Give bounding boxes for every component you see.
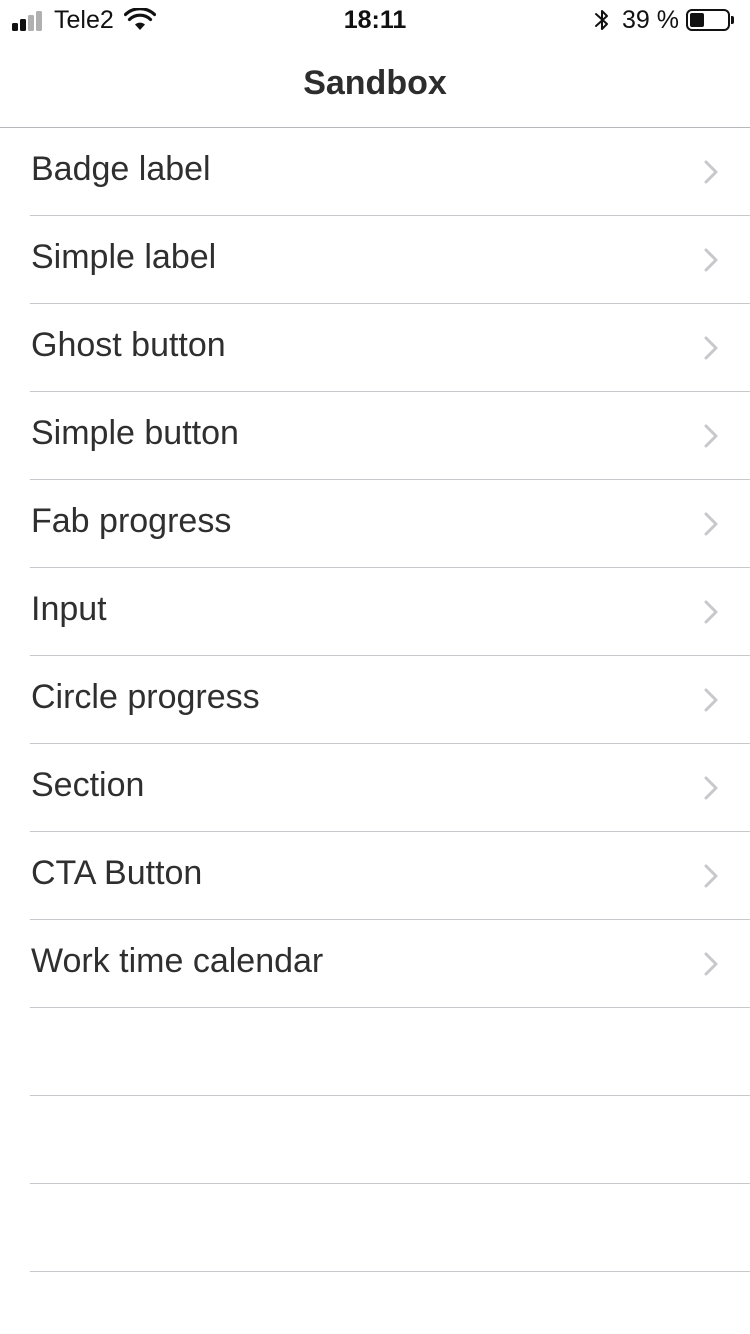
list-item-input[interactable]: Input — [0, 568, 750, 656]
component-list: Badge label Simple label Ghost button Si… — [0, 128, 750, 1272]
chevron-right-icon — [704, 864, 718, 888]
list-item-label: Simple button — [31, 414, 239, 452]
list-item-label: Simple label — [31, 238, 217, 276]
status-bar: Tele2 18:11 39 % — [0, 0, 750, 40]
chevron-right-icon — [704, 952, 718, 976]
chevron-right-icon — [704, 248, 718, 272]
row-separator — [30, 1271, 750, 1272]
empty-list-row — [0, 1096, 750, 1184]
chevron-right-icon — [704, 160, 718, 184]
list-item-badge-label[interactable]: Badge label — [0, 128, 750, 216]
battery-icon — [686, 9, 734, 31]
list-item-ghost-button[interactable]: Ghost button — [0, 304, 750, 392]
list-item-circle-progress[interactable]: Circle progress — [0, 656, 750, 744]
screen: Tele2 18:11 39 % Sandbox Badge label Sim… — [0, 0, 750, 1334]
empty-list-row — [0, 1008, 750, 1096]
list-item-simple-button[interactable]: Simple button — [0, 392, 750, 480]
list-item-label: Fab progress — [31, 502, 232, 540]
chevron-right-icon — [704, 776, 718, 800]
chevron-right-icon — [704, 688, 718, 712]
empty-list-row — [0, 1184, 750, 1272]
chevron-right-icon — [704, 512, 718, 536]
list-item-simple-label[interactable]: Simple label — [0, 216, 750, 304]
list-item-work-time-calendar[interactable]: Work time calendar — [0, 920, 750, 1008]
list-item-section[interactable]: Section — [0, 744, 750, 832]
chevron-right-icon — [704, 600, 718, 624]
battery-percentage: 39 % — [622, 6, 679, 34]
chevron-right-icon — [704, 336, 718, 360]
list-item-cta-button[interactable]: CTA Button — [0, 832, 750, 920]
list-item-label: Input — [31, 590, 107, 628]
list-item-label: Ghost button — [31, 326, 226, 364]
navigation-bar: Sandbox — [0, 40, 750, 128]
chevron-right-icon — [704, 424, 718, 448]
list-item-label: Section — [31, 766, 145, 804]
page-title: Sandbox — [303, 64, 447, 102]
list-item-label: CTA Button — [31, 854, 203, 892]
bluetooth-icon — [595, 10, 608, 30]
list-item-label: Work time calendar — [31, 942, 324, 980]
list-item-label: Badge label — [31, 150, 211, 188]
list-item-fab-progress[interactable]: Fab progress — [0, 480, 750, 568]
list-item-label: Circle progress — [31, 678, 260, 716]
